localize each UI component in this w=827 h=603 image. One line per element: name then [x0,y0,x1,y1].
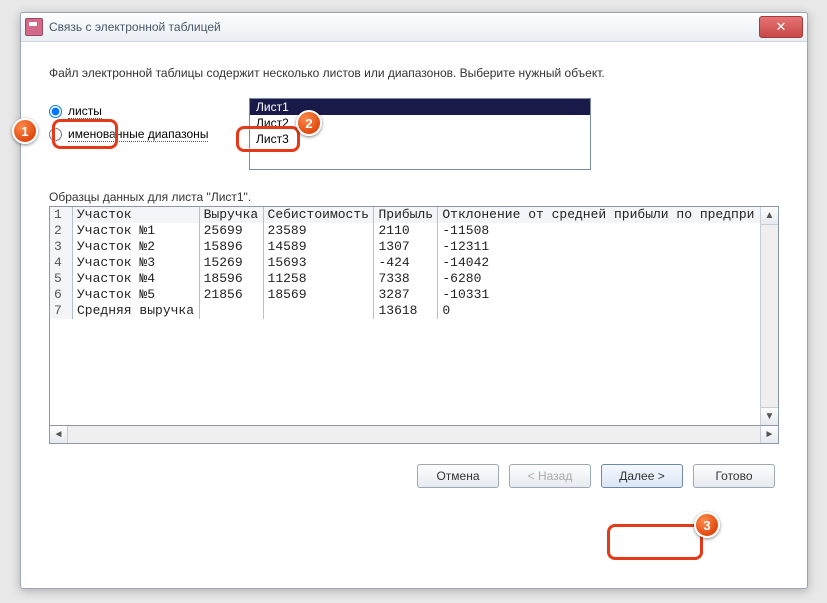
preview-table: 1 Участок Выручка Себистоимость Прибыль … [50,207,761,319]
cancel-button[interactable]: Отмена [417,464,499,488]
col-header: Выручка [199,207,263,223]
scroll-down-icon[interactable]: ▼ [761,407,778,425]
scroll-left-icon[interactable]: ◄ [50,426,68,443]
intro-text: Файл электронной таблицы содержит нескол… [49,66,779,80]
col-header: Прибыль [374,207,438,223]
app-icon [25,18,43,36]
preview-table-inner: 1 Участок Выручка Себистоимость Прибыль … [50,207,761,425]
callout-2: 2 [296,110,322,136]
table-row: 4 Участок №3 15269 15693 -424 -14042 [50,255,761,271]
cell: 3287 [374,287,438,303]
cell: 23589 [263,223,374,239]
cell: 2110 [374,223,438,239]
cell: -424 [374,255,438,271]
rownum: 6 [50,287,73,303]
rownum: 4 [50,255,73,271]
cell: Средняя выручка [73,303,200,319]
rownum: 5 [50,271,73,287]
rownum-header: 1 [50,207,73,223]
horizontal-scrollbar[interactable]: ◄ ► [49,426,779,444]
cell: -10331 [438,287,761,303]
table-row: 2 Участок №1 25699 23589 2110 -11508 [50,223,761,239]
titlebar: Связь с электронной таблицей ✕ [21,13,807,42]
cell: 11258 [263,271,374,287]
radio-sheets-label: листы [68,104,102,119]
radio-sheets[interactable]: листы [49,104,209,119]
cell: -12311 [438,239,761,255]
cell: 15693 [263,255,374,271]
selector-row: листы именованные диапазоны Лист1 Лист2 … [49,98,779,170]
sample-label: Образцы данных для листа "Лист1". [49,190,779,204]
preview-table-wrap: 1 Участок Выручка Себистоимость Прибыль … [49,206,779,426]
sheet-listbox[interactable]: Лист1 Лист2 Лист3 [249,98,591,170]
cell: -14042 [438,255,761,271]
cell: Участок №1 [73,223,200,239]
cell: Участок №2 [73,239,200,255]
content-area: Файл электронной таблицы содержит нескол… [21,42,807,498]
cell: 1307 [374,239,438,255]
cell [199,303,263,319]
window-title: Связь с электронной таблицей [49,20,221,34]
wizard-window: Связь с электронной таблицей ✕ Файл элек… [20,12,808,589]
cell: 18596 [199,271,263,287]
cell: 0 [438,303,761,319]
cell: 15269 [199,255,263,271]
col-header: Участок [73,207,200,223]
wizard-button-row: Отмена < Назад Далее > Готово [49,464,779,488]
cell: Участок №5 [73,287,200,303]
cell: 21856 [199,287,263,303]
table-row: 6 Участок №5 21856 18569 3287 -10331 [50,287,761,303]
rownum: 2 [50,223,73,239]
cell: Участок №4 [73,271,200,287]
col-header: Отклонение от средней прибыли по предпри [438,207,761,223]
rownum: 7 [50,303,73,319]
radio-sheets-input[interactable] [49,105,62,118]
close-button[interactable]: ✕ [759,16,803,38]
cell: -11508 [438,223,761,239]
close-icon: ✕ [776,19,787,35]
radio-named-ranges-label: именованные диапазоны [68,127,208,142]
cell: 18569 [263,287,374,303]
table-header-row: 1 Участок Выручка Себистоимость Прибыль … [50,207,761,223]
cell: 14589 [263,239,374,255]
vertical-scrollbar[interactable]: ▲ ▼ [760,207,778,425]
table-row: 7 Средняя выручка 13618 0 [50,303,761,319]
callout-3: 3 [694,512,720,538]
radio-named-ranges-input[interactable] [49,128,62,141]
table-row: 5 Участок №4 18596 11258 7338 -6280 [50,271,761,287]
radio-named-ranges[interactable]: именованные диапазоны [49,127,209,142]
next-button[interactable]: Далее > [601,464,683,488]
scroll-right-icon[interactable]: ► [760,426,778,443]
rownum: 3 [50,239,73,255]
table-row: 3 Участок №2 15896 14589 1307 -12311 [50,239,761,255]
cell [263,303,374,319]
cell: 25699 [199,223,263,239]
cell: 15896 [199,239,263,255]
cell: Участок №3 [73,255,200,271]
cell: -6280 [438,271,761,287]
back-button[interactable]: < Назад [509,464,591,488]
callout-1: 1 [12,118,38,144]
finish-button[interactable]: Готово [693,464,775,488]
object-type-radios: листы именованные диапазоны [49,98,209,142]
cell: 7338 [374,271,438,287]
col-header: Себистоимость [263,207,374,223]
cell: 13618 [374,303,438,319]
scroll-up-icon[interactable]: ▲ [761,207,778,225]
